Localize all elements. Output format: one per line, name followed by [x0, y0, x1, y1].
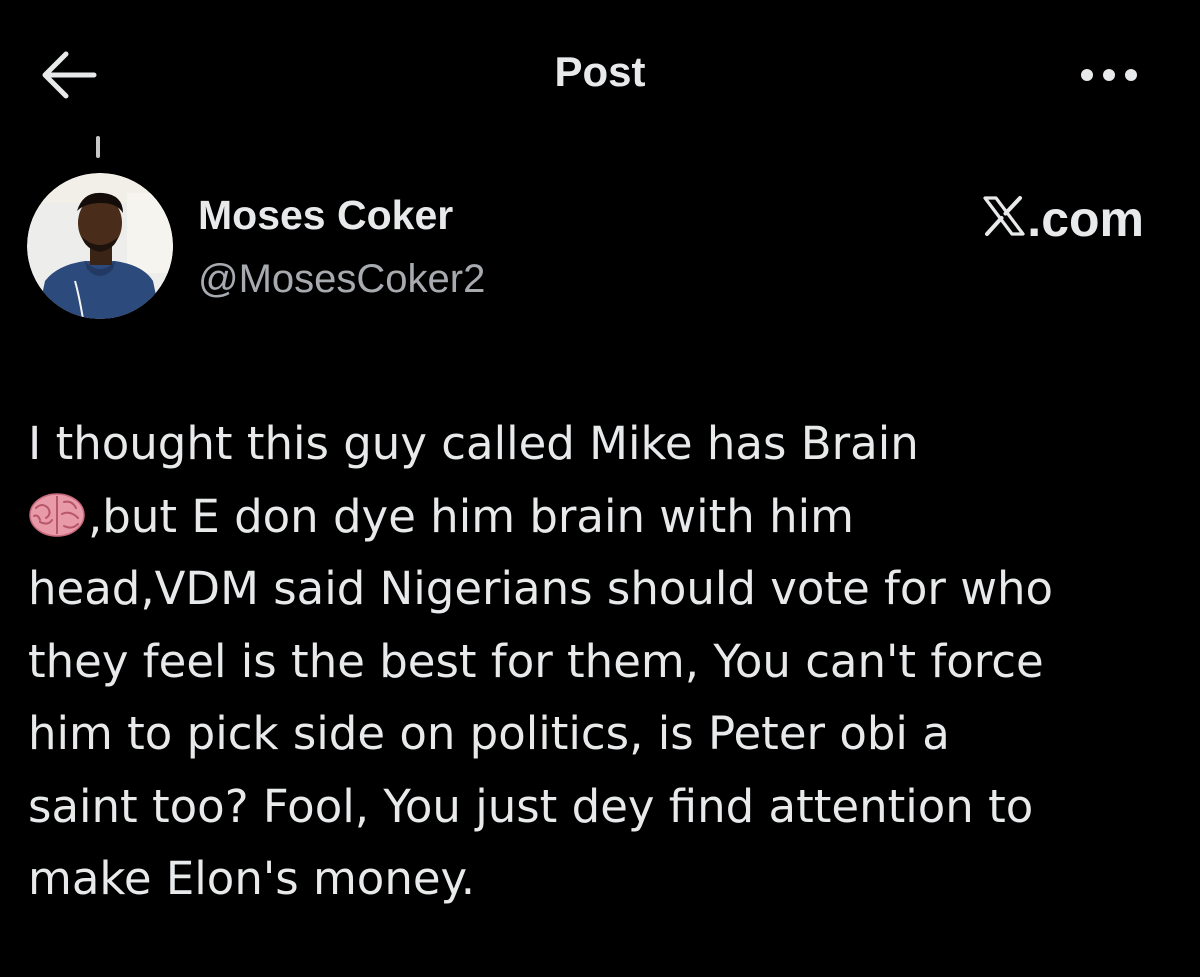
post-text-line: saint too? Fool, You just dey find atten…	[28, 779, 1034, 833]
brain-emoji-icon	[28, 487, 86, 537]
post-text-line: they feel is the best for them, You can'…	[28, 634, 1044, 688]
top-navigation-bar: Post	[0, 0, 1200, 150]
post-text-line: make Elon's money.	[28, 852, 476, 905]
author-display-name[interactable]: Moses Coker	[198, 192, 453, 239]
post-text-line: him to pick side on politics, is Peter o…	[28, 707, 950, 760]
post-text-line: head,VDM said Nigerians should vote for …	[28, 562, 1054, 615]
author-handle[interactable]: @MosesCoker2	[198, 257, 485, 302]
post-text: I thought this guy called Mike has Brain…	[28, 408, 1178, 916]
x-com-watermark: .com	[983, 190, 1144, 248]
more-options-button[interactable]	[1078, 58, 1140, 92]
watermark-text: .com	[1027, 191, 1144, 247]
post-text-line: I thought this guy called Mike has Brain	[28, 417, 919, 470]
profile-photo	[27, 173, 173, 319]
x-logo-icon	[983, 190, 1025, 248]
author-avatar[interactable]	[27, 173, 173, 319]
page-title: Post	[554, 48, 646, 95]
more-horizontal-icon	[1081, 69, 1137, 81]
post-text-line-content: ,but E don dye him brain with him	[88, 489, 854, 543]
thread-connector-line	[96, 136, 100, 158]
post-text-line: ,but E don dye him brain with him	[28, 481, 1178, 554]
